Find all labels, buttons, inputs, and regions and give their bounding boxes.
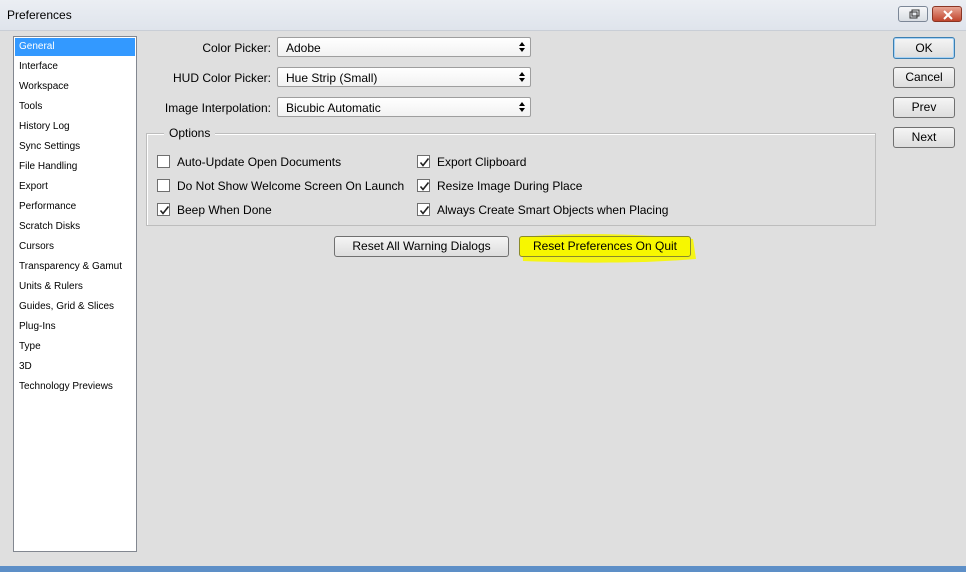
sidebar-item-sync-settings[interactable]: Sync Settings [15,138,135,156]
options-legend: Options [164,126,216,140]
smart-objects-label[interactable]: Always Create Smart Objects when Placing [437,203,668,217]
close-button[interactable] [932,6,962,22]
sidebar-item-technology-previews[interactable]: Technology Previews [15,378,135,396]
cancel-button[interactable]: Cancel [893,67,955,88]
resize-image-checkbox[interactable] [417,179,430,192]
auto-update-checkbox[interactable] [157,155,170,168]
sidebar-item-units-rulers[interactable]: Units & Rulers [15,278,135,296]
checkmark-icon [159,206,170,215]
image-interpolation-label: Image Interpolation: [164,101,271,115]
hud-color-picker-select[interactable]: Hue Strip (Small) [277,67,531,87]
checkmark-icon [419,158,430,167]
image-interpolation-value: Bicubic Automatic [286,101,381,115]
next-button[interactable]: Next [893,127,955,148]
checkmark-icon [419,206,430,215]
sidebar-item-transparency-gamut[interactable]: Transparency & Gamut [15,258,135,276]
hud-color-picker-label: HUD Color Picker: [172,71,271,85]
updown-arrows-icon [519,72,525,82]
color-picker-select[interactable]: Adobe [277,37,531,57]
no-welcome-screen-checkbox[interactable] [157,179,170,192]
restore-button[interactable] [898,6,928,22]
sidebar-item-scratch-disks[interactable]: Scratch Disks [15,218,135,236]
auto-update-label[interactable]: Auto-Update Open Documents [177,155,341,169]
image-interpolation-select[interactable]: Bicubic Automatic [277,97,531,117]
export-clipboard-checkbox[interactable] [417,155,430,168]
color-picker-value: Adobe [286,41,321,55]
smart-objects-checkbox[interactable] [417,203,430,216]
close-icon [943,10,953,20]
export-clipboard-label[interactable]: Export Clipboard [437,155,526,169]
prev-button[interactable]: Prev [893,97,955,118]
color-picker-label: Color Picker: [202,41,271,55]
window-title: Preferences [7,8,72,22]
sidebar-item-plug-ins[interactable]: Plug-Ins [15,318,135,336]
checkmark-icon [419,182,430,191]
sidebar-item-export[interactable]: Export [15,178,135,196]
no-welcome-screen-label[interactable]: Do Not Show Welcome Screen On Launch [177,179,404,193]
sidebar-item-type[interactable]: Type [15,338,135,356]
sidebar-item-file-handling[interactable]: File Handling [15,158,135,176]
sidebar-item-guides-grid-slices[interactable]: Guides, Grid & Slices [15,298,135,316]
hud-color-picker-value: Hue Strip (Small) [286,71,378,85]
restore-icon [909,9,920,19]
sidebar-item-history-log[interactable]: History Log [15,118,135,136]
beep-when-done-checkbox[interactable] [157,203,170,216]
title-bar[interactable]: Preferences [0,0,966,31]
beep-when-done-label[interactable]: Beep When Done [177,203,272,217]
sidebar-item-cursors[interactable]: Cursors [15,238,135,256]
updown-arrows-icon [519,42,525,52]
reset-preferences-on-quit-button[interactable]: Reset Preferences On Quit [519,236,691,257]
ok-button[interactable]: OK [893,37,955,59]
reset-warning-dialogs-button[interactable]: Reset All Warning Dialogs [334,236,509,257]
sidebar-item-3d[interactable]: 3D [15,358,135,376]
preferences-dialog: Preferences General Interface Workspace … [0,0,966,572]
updown-arrows-icon [519,102,525,112]
resize-image-label[interactable]: Resize Image During Place [437,179,582,193]
sidebar-item-performance[interactable]: Performance [15,198,135,216]
